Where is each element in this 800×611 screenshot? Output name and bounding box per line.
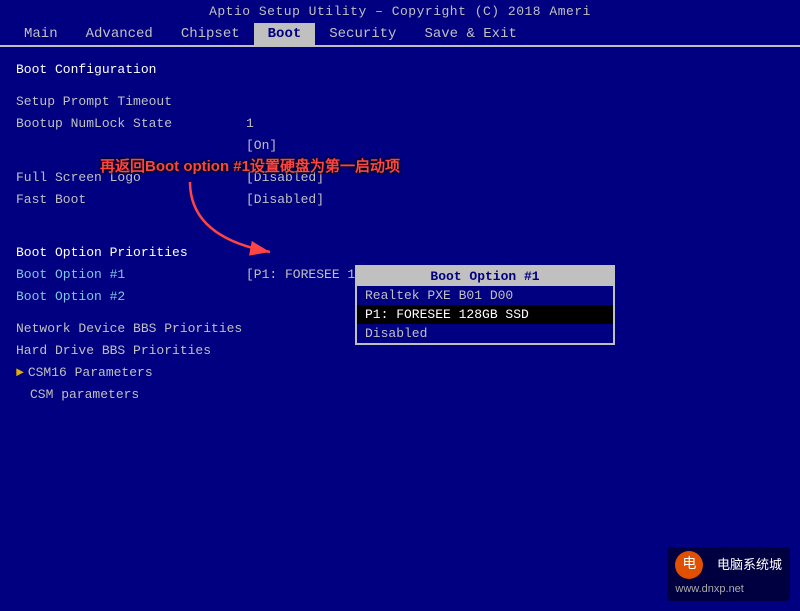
boot-config-header: Boot Configuration — [16, 59, 784, 81]
fast-boot-row: Fast Boot [Disabled] — [16, 189, 784, 211]
numlock-label: Bootup NumLock State — [16, 113, 236, 135]
watermark-url: www.dnxp.net — [675, 583, 743, 595]
csm-row: CSM parameters — [16, 384, 784, 406]
network-bbs-label: Network Device BBS Priorities — [16, 318, 242, 340]
boot-option-1-label: Boot Option #1 — [16, 264, 236, 286]
title-text: Aptio Setup Utility – Copyright (C) 2018… — [209, 4, 591, 19]
setup-prompt-label: Setup Prompt Timeout — [16, 91, 236, 113]
numlock-state-row: [On] — [16, 135, 784, 157]
menu-bar: Main Advanced Chipset Boot Security Save… — [0, 21, 800, 45]
csm-label: CSM parameters — [16, 384, 236, 406]
title-bar: Aptio Setup Utility – Copyright (C) 2018… — [0, 0, 800, 21]
boot-priorities-header: Boot Option Priorities — [16, 242, 784, 264]
watermark-text: 电脑系统城 — [717, 557, 782, 572]
watermark-icon: 电 — [675, 551, 703, 579]
fast-boot-value[interactable]: [Disabled] — [246, 189, 324, 211]
dropdown-item-realtek[interactable]: Realtek PXE B01 D00 — [357, 286, 613, 305]
hard-drive-bbs-label: Hard Drive BBS Priorities — [16, 340, 236, 362]
watermark: 电 电脑系统城 www.dnxp.net — [667, 547, 790, 601]
csm16-row[interactable]: ► CSM16 Parameters — [16, 362, 784, 384]
boot-option-dropdown[interactable]: Boot Option #1 Realtek PXE B01 D00 P1: F… — [355, 265, 615, 345]
numlock-value[interactable]: 1 — [246, 113, 254, 135]
boot-option-2-label: Boot Option #2 — [16, 286, 236, 308]
menu-security[interactable]: Security — [315, 23, 410, 45]
numlock-row: Bootup NumLock State 1 — [16, 113, 784, 135]
numlock-state-value[interactable]: [On] — [246, 135, 277, 157]
csm16-label: CSM16 Parameters — [28, 362, 248, 384]
menu-save-exit[interactable]: Save & Exit — [410, 23, 530, 45]
full-screen-logo-value[interactable]: [Disabled] — [246, 167, 324, 189]
fast-boot-label: Fast Boot — [16, 189, 236, 211]
full-screen-logo-label: Full Screen Logo — [16, 167, 236, 189]
menu-boot[interactable]: Boot — [254, 23, 316, 45]
menu-main[interactable]: Main — [10, 23, 72, 45]
menu-advanced[interactable]: Advanced — [72, 23, 167, 45]
dropdown-item-disabled[interactable]: Disabled — [357, 324, 613, 343]
setup-prompt-row: Setup Prompt Timeout — [16, 91, 784, 113]
csm16-arrow-icon: ► — [16, 362, 24, 384]
dropdown-title: Boot Option #1 — [357, 267, 613, 286]
dropdown-item-foresee[interactable]: P1: FORESEE 128GB SSD — [357, 305, 613, 324]
menu-chipset[interactable]: Chipset — [167, 23, 254, 45]
full-screen-logo-row: Full Screen Logo [Disabled] — [16, 167, 784, 189]
